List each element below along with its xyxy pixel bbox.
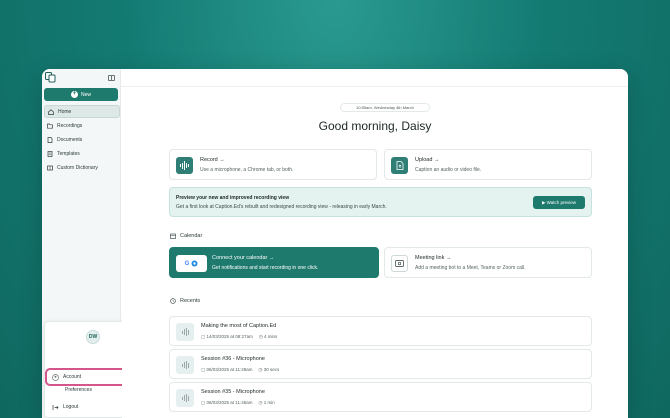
logout-icon: [52, 404, 59, 410]
recording-title: Session #35 - Microphone: [201, 389, 265, 395]
recents-section-label: Recents: [170, 298, 200, 304]
top-bar: [42, 69, 628, 87]
connect-calendar-subtitle: Get notifications and start recording in…: [212, 265, 319, 271]
meeting-link-card[interactable]: Meeting link → Add a meeting bot to a Me…: [384, 247, 592, 278]
arrow-right-icon: →: [433, 157, 440, 163]
list-item[interactable]: Making the most of Caption.Ed ▢ 14/03/20…: [169, 316, 592, 346]
calendar-label: Calendar: [180, 233, 203, 239]
upload-title: Upload →: [415, 157, 440, 163]
sidebar-nav: Home Recordings Documents Templates Cust…: [44, 105, 120, 175]
sidebar-item-templates[interactable]: Templates: [44, 147, 120, 160]
caption-ed-logo-icon[interactable]: [45, 72, 56, 83]
upload-file-icon: [391, 157, 408, 174]
sidebar-item-label: Templates: [57, 150, 80, 157]
datetime-badge: 10:55am, Wednesday 4th March: [340, 103, 430, 112]
calendar-providers-logo: G: [176, 255, 207, 272]
sidebar-item-recordings[interactable]: Recordings: [44, 119, 120, 132]
connect-calendar-card[interactable]: G Connect your calendar → Get notificati…: [169, 247, 379, 278]
calendar-icon: ▢: [201, 400, 206, 405]
home-icon: [48, 108, 54, 115]
outlook-calendar-icon: [191, 260, 198, 267]
recording-meta: ▢ 06/03/2025 at 11:49am ◷ 30 secs: [201, 367, 280, 372]
clock-icon: ◷: [258, 400, 263, 405]
preview-banner: Preview your new and improved recording …: [169, 187, 592, 217]
upload-subtitle: Caption an audio or video file.: [415, 167, 482, 173]
banner-title: Preview your new and improved recording …: [176, 195, 290, 201]
audio-wave-icon: [176, 323, 194, 341]
calendar-icon: [170, 233, 176, 239]
document-icon: [47, 136, 53, 143]
audio-wave-icon: [176, 389, 194, 407]
list-item[interactable]: Session #35 - Microphone ▢ 06/03/2025 at…: [169, 382, 592, 412]
new-button-label: New: [80, 91, 91, 98]
record-title: Record →: [200, 157, 225, 163]
sidebar-item-home[interactable]: Home: [44, 105, 120, 118]
arrow-right-icon: →: [268, 255, 275, 261]
meeting-link-title: Meeting link →: [415, 255, 452, 261]
sidebar-item-label: Custom Dictionary: [57, 164, 98, 171]
list-item[interactable]: Session #36 - Microphone ▢ 06/03/2025 at…: [169, 349, 592, 379]
banner-subtitle: Get a first look at Caption.Ed's rebuilt…: [176, 204, 387, 210]
main-content: 10:55am, Wednesday 4th March Good mornin…: [122, 87, 628, 418]
clock-icon: ◷: [258, 367, 263, 372]
page-title: Good morning, Daisy: [318, 119, 432, 133]
history-icon: [170, 298, 176, 304]
watch-preview-button[interactable]: ▶ Watch preview: [533, 196, 585, 209]
new-button[interactable]: + New: [44, 88, 118, 101]
calendar-icon: ▢: [201, 367, 206, 372]
calendar-icon: ▢: [201, 334, 206, 339]
account-label: Account: [63, 374, 82, 380]
calendar-section-label: Calendar: [170, 233, 202, 239]
audio-wave-icon: [176, 356, 194, 374]
google-calendar-icon: G: [184, 260, 190, 267]
arrow-right-icon: →: [219, 157, 225, 163]
recording-meta: ▢ 14/03/2025 at 08:27am ◷ 4 mins: [201, 334, 278, 339]
account-icon: [52, 373, 59, 381]
dictionary-icon: [47, 165, 53, 170]
record-subtitle: Use a microphone, a Chrome tab, or both.: [200, 167, 294, 173]
collapse-sidebar-icon[interactable]: [108, 75, 115, 81]
upload-card[interactable]: Upload → Caption an audio or video file.: [384, 149, 592, 180]
folder-icon: [47, 123, 53, 129]
recording-title: Session #36 - Microphone: [201, 356, 265, 362]
recording-title: Making the most of Caption.Ed: [201, 323, 277, 329]
sidebar-item-label: Home: [58, 108, 72, 115]
microphone-wave-icon: [176, 157, 193, 174]
connect-calendar-title: Connect your calendar →: [212, 255, 275, 261]
record-card[interactable]: Record → Use a microphone, a Chrome tab,…: [169, 149, 377, 180]
sidebar-item-label: Documents: [57, 136, 83, 143]
app-window: + New Home Recordings Documents Template…: [42, 69, 628, 418]
recents-label: Recents: [180, 298, 201, 304]
logout-label: Logout: [63, 404, 79, 410]
plus-icon: +: [70, 91, 78, 98]
sidebar-item-label: Recordings: [57, 122, 83, 129]
clock-icon: ◷: [258, 334, 263, 339]
avatar[interactable]: DW: [86, 330, 100, 344]
sidebar-item-documents[interactable]: Documents: [44, 133, 120, 146]
meeting-link-subtitle: Add a meeting bot to a Meet, Teams or Zo…: [415, 265, 526, 271]
recording-meta: ▢ 06/03/2025 at 11:46am ◷ 1 min: [201, 400, 275, 405]
sidebar-item-custom-dictionary[interactable]: Custom Dictionary: [44, 161, 120, 174]
arrow-right-icon: →: [445, 255, 452, 261]
preferences-label: Preferences: [65, 387, 92, 393]
meeting-bot-icon: [391, 255, 408, 272]
template-icon: [47, 150, 53, 157]
